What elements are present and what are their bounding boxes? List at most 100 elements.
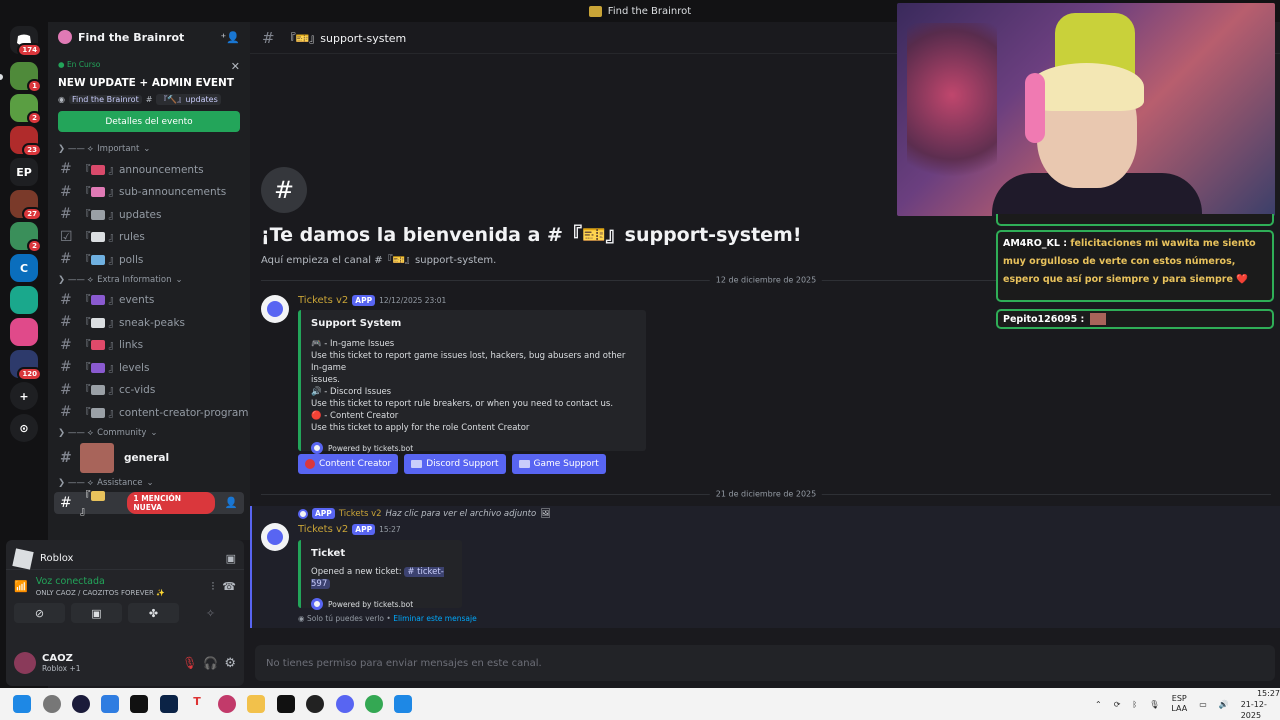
clock[interactable]: 15:27 21-12-2025 xyxy=(1241,688,1280,720)
category-important[interactable]: ❯ —— ⟡ Important ⌄ xyxy=(48,140,250,158)
screen-share-button[interactable]: ▣ xyxy=(71,603,122,623)
channel-levels[interactable]: # 『』levels xyxy=(48,356,250,379)
sync-icon[interactable]: ⟳ xyxy=(1114,700,1121,709)
channel-content-creator-program[interactable]: # 『』content-creator-program xyxy=(48,401,250,424)
server-icon[interactable]: 2 xyxy=(10,94,42,125)
close-icon[interactable]: ✕ xyxy=(231,60,240,73)
bluetooth-icon[interactable]: ᛒ xyxy=(1132,700,1137,709)
deafen-icon[interactable]: 🎧 xyxy=(203,656,218,670)
app-icon[interactable] xyxy=(101,695,119,713)
app-icon xyxy=(588,5,602,17)
headset-app-icon[interactable] xyxy=(218,695,236,713)
author-name[interactable]: Tickets v2 xyxy=(298,524,348,535)
chat-username: AM4RO_KL : xyxy=(1003,238,1068,249)
avatar[interactable] xyxy=(14,652,36,674)
channel-support-system[interactable]: # 『』 1 MENCIÓN NUEVA 👤 xyxy=(54,490,244,517)
reply-reference[interactable]: APP Tickets v2 Haz clic para ver el arch… xyxy=(298,508,551,519)
discord-support-button[interactable]: Discord Support xyxy=(404,454,506,474)
avatar[interactable] xyxy=(261,523,289,551)
add-member-icon[interactable]: 👤 xyxy=(225,496,238,509)
channel-rules[interactable]: ☑ 『』rules xyxy=(48,226,250,249)
chrome-icon[interactable] xyxy=(365,695,383,713)
disconnect-icon[interactable]: ☎ xyxy=(222,580,236,593)
network-icon[interactable]: ▭ xyxy=(1199,700,1207,709)
add-server-icon[interactable]: + xyxy=(10,382,38,410)
user-status: Roblox +1 xyxy=(42,664,81,673)
activity-screen-icon[interactable]: ▣ xyxy=(226,552,236,565)
event-channel[interactable]: 『🔨』updates xyxy=(156,94,221,105)
channel-sidebar: Find the Brainrot ⁺👤 ● En Curso ✕ NEW UP… xyxy=(48,22,250,540)
soundboard-button[interactable]: ✧ xyxy=(185,603,236,623)
server-icon[interactable] xyxy=(10,318,38,346)
chevron-up-icon[interactable]: ⌃ xyxy=(1095,700,1102,709)
channel-sub-announcements[interactable]: # 『』sub-announcements xyxy=(48,181,250,204)
mouse-app-icon[interactable] xyxy=(43,695,61,713)
content-creator-button[interactable]: Content Creator xyxy=(298,454,399,474)
server-icon[interactable] xyxy=(10,286,38,314)
app-icon[interactable] xyxy=(394,695,412,713)
voice-channel-name[interactable]: ONLY CAOZ / CAOZITOS FOREVER ✨ xyxy=(36,589,204,597)
dismiss-message-link[interactable]: Eliminar este mensaje xyxy=(393,614,476,623)
embed-line: 🔴 - Content Creator xyxy=(311,411,399,421)
server-icon[interactable]: 27 xyxy=(10,190,42,221)
channel-events[interactable]: # 『』events xyxy=(48,289,250,312)
camera-off-button[interactable]: ⊘ xyxy=(14,603,65,623)
event-location: ◉ Find the Brainrot # 『🔨』updates xyxy=(58,94,240,105)
channel-sneak-peaks[interactable]: # 『』sneak-peaks xyxy=(48,311,250,334)
server-header[interactable]: Find the Brainrot ⁺👤 xyxy=(48,22,250,52)
author-name[interactable]: Tickets v2 xyxy=(298,295,348,306)
language-indicator[interactable]: ESP LAA xyxy=(1171,694,1187,714)
activities-button[interactable]: ✤ xyxy=(128,603,179,623)
volume-icon[interactable]: 🔊 xyxy=(1219,700,1229,709)
category-extra-information[interactable]: ❯ —— ⟡ Extra Information ⌄ xyxy=(48,271,250,289)
embed-line: 🔊 - Discord Issues xyxy=(311,387,392,397)
discover-icon[interactable]: ⊙ xyxy=(10,414,38,442)
ticket-embed: Ticket Opened a new ticket: # ticket-597… xyxy=(298,540,462,610)
activity-name: Roblox xyxy=(40,553,74,564)
channel-general[interactable]: # general xyxy=(48,442,250,474)
christmas-tree xyxy=(907,23,997,203)
mic-icon[interactable]: 🎙 xyxy=(1149,700,1159,709)
channel-cc-vids[interactable]: # 『』cc-vids xyxy=(48,379,250,402)
add-member-icon[interactable]: ⁺👤 xyxy=(220,31,240,44)
tiktok-icon[interactable] xyxy=(277,695,295,713)
category-community[interactable]: ❯ —— ⟡ Community ⌄ xyxy=(48,424,250,442)
server-icon[interactable]: 1 xyxy=(10,62,42,93)
server-avatar xyxy=(58,30,72,44)
noise-suppression-icon[interactable]: ⫶ xyxy=(212,580,215,594)
obs-icon[interactable] xyxy=(306,695,324,713)
server-icon[interactable]: 2 xyxy=(10,222,42,253)
voice-status[interactable]: Voz conectada xyxy=(36,576,204,587)
discord-taskbar-icon[interactable] xyxy=(336,695,354,713)
server-icon[interactable]: 120 xyxy=(10,350,42,381)
game-support-button[interactable]: Game Support xyxy=(511,454,606,474)
mic-muted-icon[interactable]: 🎙 xyxy=(182,656,197,670)
mention-badge[interactable]: 1 MENCIÓN NUEVA xyxy=(127,491,215,514)
server-icon-ep[interactable]: EP xyxy=(10,158,38,186)
discord-home-icon[interactable]: 174 xyxy=(10,26,42,57)
channel-updates[interactable]: # 『』updates xyxy=(48,203,250,226)
text-app-icon[interactable]: T xyxy=(188,695,206,713)
category-assistance[interactable]: ❯ —— ⟡ Assistance ⌄ xyxy=(48,474,250,492)
start-icon[interactable] xyxy=(13,695,31,713)
avatar[interactable] xyxy=(261,295,289,323)
channel-polls[interactable]: # 『』polls xyxy=(48,248,250,271)
channel-announcements[interactable]: # 『』announcements xyxy=(48,158,250,181)
embed-line: 🎮 - In-game Issues xyxy=(311,339,395,349)
epic-games-icon[interactable] xyxy=(130,695,148,713)
photoshop-icon[interactable] xyxy=(160,695,178,713)
server-icon[interactable]: C xyxy=(10,254,38,282)
channel-links[interactable]: # 『』links xyxy=(48,334,250,357)
stream-chat-message: Pepito126095 : xyxy=(996,309,1274,329)
ephemeral-note: ◉ Solo tú puedes verlo • Eliminar este m… xyxy=(298,614,477,623)
welcome-title: ¡Te damos la bienvenida a #『🎫』support-sy… xyxy=(261,224,802,246)
settings-gear-icon[interactable]: ⚙ xyxy=(224,656,236,671)
server-icon[interactable]: 23 xyxy=(10,126,42,157)
app-icon[interactable] xyxy=(72,695,90,713)
event-details-button[interactable]: Detalles del evento xyxy=(58,111,240,132)
signal-icon[interactable]: 📶 xyxy=(14,580,28,593)
message-input[interactable]: No tienes permiso para enviar mensajes e… xyxy=(255,645,1275,681)
event-server[interactable]: Find the Brainrot xyxy=(68,95,142,104)
file-explorer-icon[interactable] xyxy=(247,695,265,713)
event-card: ● En Curso ✕ NEW UPDATE + ADMIN EVENT ◉ … xyxy=(56,56,242,136)
